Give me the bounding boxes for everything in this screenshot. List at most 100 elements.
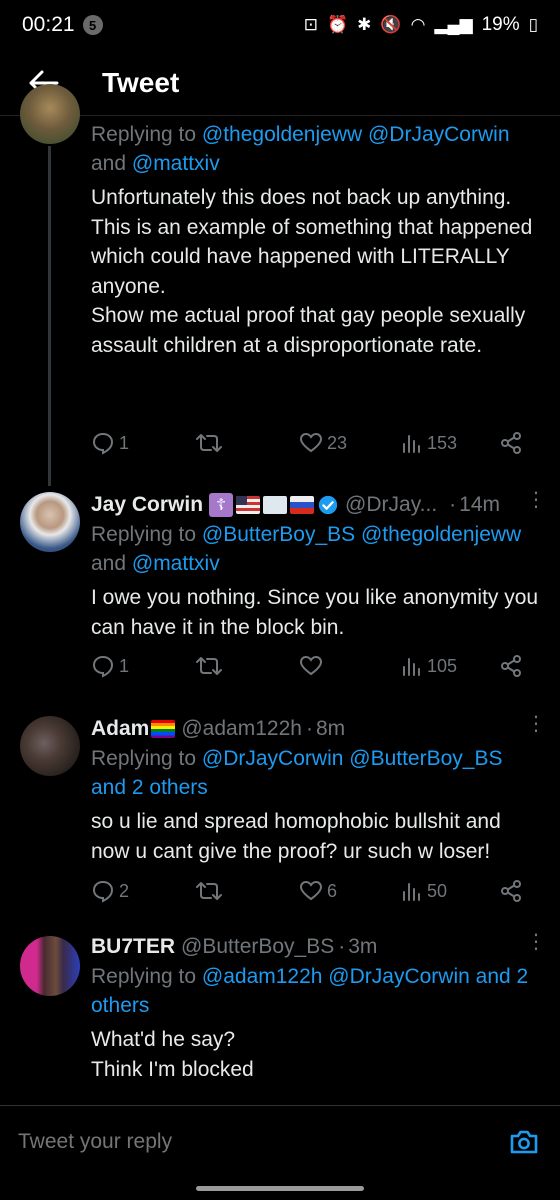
like-button[interactable]: 23 [299, 431, 347, 455]
reply-count: 1 [119, 432, 130, 453]
tweet-actions: 2 6 50 [91, 876, 531, 906]
russia-flag-icon [290, 496, 315, 514]
separator-dot: · [338, 935, 346, 958]
battery-icon: ▯ [528, 15, 538, 34]
cross-icon: ☦ [209, 493, 234, 517]
tweet-content: Replying to @thegoldenjeww @DrJayCorwin … [91, 120, 540, 360]
author-handle[interactable]: @adam122h [181, 717, 302, 741]
reply-to-others[interactable]: others [91, 994, 149, 1017]
separator-dot: · [449, 493, 457, 516]
reply-to-mentions[interactable]: @ButterBoy_BS @thegoldenjeww [202, 523, 521, 546]
more-vertical-icon[interactable]: ⋮ [526, 932, 546, 952]
reply-button[interactable]: 1 [91, 431, 129, 455]
home-indicator[interactable] [196, 1186, 364, 1191]
reply-count: 2 [119, 880, 130, 901]
author-row: Adam @adam122h · 8m ⋮ [91, 714, 546, 744]
reply-to-mentions[interactable]: @adam122h @DrJayCorwin and 2 [202, 965, 528, 988]
tweet-text: Unfortunately this does not back up anyt… [91, 186, 533, 357]
share-button[interactable] [499, 879, 523, 903]
avatar[interactable] [20, 936, 80, 996]
us-flag-icon [236, 496, 261, 514]
like-button[interactable] [299, 654, 327, 678]
reply-to-others[interactable]: and 2 others [91, 776, 208, 799]
reply-input[interactable] [18, 1129, 458, 1154]
speech-bubble-icon [92, 655, 114, 678]
speech-bubble-icon [92, 880, 114, 903]
reply-composer-bar [0, 1105, 560, 1177]
reply-to-mentions[interactable]: @thegoldenjeww @DrJayCorwin [202, 123, 510, 146]
alarm-icon: ⏰ [326, 15, 349, 34]
clock: 00:21 [22, 13, 75, 36]
retweet-button[interactable] [195, 431, 227, 455]
status-right: ⊡ ⏰ ✱ 🔇 ◠ ▂▄▆ 19% ▯ [304, 14, 538, 36]
lock-icon: ⊡ [303, 15, 318, 34]
tweet-3[interactable]: Adam @adam122h · 8m ⋮ Replying to @DrJay… [0, 710, 560, 928]
author-row: Jay Corwin ☦ @DrJay... · 14m ⋮ [91, 490, 546, 520]
page-title: Tweet [102, 66, 180, 98]
tweet-1[interactable]: Replying to @thegoldenjeww @DrJayCorwin … [0, 84, 560, 486]
more-vertical-icon[interactable]: ⋮ [526, 490, 546, 510]
avatar[interactable] [20, 492, 80, 552]
more-vertical-icon[interactable]: ⋮ [526, 714, 546, 734]
mute-icon: 🔇 [380, 15, 402, 34]
rainbow-flag-icon [151, 720, 176, 738]
tweet-2[interactable]: Jay Corwin ☦ @DrJay... · 14m ⋮ Replying … [0, 486, 560, 710]
retweet-button[interactable] [195, 654, 227, 678]
status-left: 00:21 5 [22, 13, 103, 37]
replying-to-label: Replying to [91, 747, 202, 770]
camera-icon[interactable] [508, 1126, 540, 1158]
share-icon [501, 655, 521, 677]
tweet-text: What'd he say? Think I'm blocked [91, 1028, 254, 1081]
author-name[interactable]: Jay Corwin [91, 493, 203, 517]
views-button[interactable]: 50 [401, 880, 447, 902]
avatar[interactable] [20, 716, 80, 776]
replying-to: Replying to @thegoldenjeww @DrJayCorwin … [91, 120, 540, 178]
view-count: 105 [427, 655, 458, 676]
tweet-text: so u lie and spread homophobic bullshit … [91, 810, 501, 863]
thread-line [48, 146, 51, 486]
timestamp[interactable]: 3m [348, 935, 377, 959]
verified-badge-icon [318, 495, 338, 515]
views-button[interactable]: 105 [401, 655, 457, 677]
replying-to: Replying to @DrJayCorwin @ButterBoy_BS a… [91, 744, 540, 802]
and-label: and [91, 152, 132, 175]
retweet-button[interactable] [195, 879, 227, 903]
tweet-4[interactable]: BU7TER @ButterBoy_BS · 3m ⋮ Replying to … [0, 928, 560, 1105]
tweet-content: BU7TER @ButterBoy_BS · 3m ⋮ Replying to … [91, 932, 546, 1084]
tweet-actions: 1 105 [91, 651, 531, 681]
share-icon [501, 432, 521, 454]
reply-to-mention[interactable]: @mattxiv [132, 152, 220, 175]
reply-button[interactable]: 1 [91, 654, 129, 678]
replying-to: Replying to @ButterBoy_BS @thegoldenjeww… [91, 520, 540, 578]
views-button[interactable]: 153 [401, 432, 457, 454]
avatar[interactable] [20, 84, 80, 144]
retweet-icon [196, 657, 222, 675]
author-name[interactable]: BU7TER [91, 935, 175, 959]
reply-count: 1 [119, 655, 130, 676]
author-handle[interactable]: @ButterBoy_BS [181, 935, 334, 959]
bar-chart-icon [403, 435, 420, 453]
author-handle[interactable]: @DrJay... [345, 493, 437, 517]
author-name[interactable]: Adam [91, 717, 149, 741]
reply-button[interactable]: 2 [91, 879, 129, 903]
speech-bubble-icon [92, 432, 114, 455]
notification-count-badge: 5 [82, 15, 103, 35]
view-count: 153 [427, 432, 458, 453]
tweet-content: Jay Corwin ☦ @DrJay... · 14m ⋮ Replying … [91, 490, 546, 642]
heart-icon [299, 880, 323, 901]
retweet-icon [196, 882, 222, 900]
view-count: 50 [427, 880, 448, 901]
flag-icon [263, 496, 288, 514]
heart-icon [299, 432, 323, 453]
reply-to-mentions[interactable]: @DrJayCorwin @ButterBoy_BS [202, 747, 503, 770]
status-bar: 00:21 5 ⊡ ⏰ ✱ 🔇 ◠ ▂▄▆ 19% ▯ [0, 0, 560, 50]
timestamp[interactable]: 14m [459, 493, 500, 517]
reply-to-mention[interactable]: @mattxiv [132, 552, 220, 575]
bluetooth-icon: ✱ [357, 15, 372, 34]
timestamp[interactable]: 8m [316, 717, 345, 741]
share-button[interactable] [499, 654, 523, 678]
profile-badges: ☦ [209, 493, 339, 517]
share-button[interactable] [499, 431, 523, 455]
like-button[interactable]: 6 [299, 879, 337, 903]
tweet-text: I owe you nothing. Since you like anonym… [91, 586, 539, 639]
